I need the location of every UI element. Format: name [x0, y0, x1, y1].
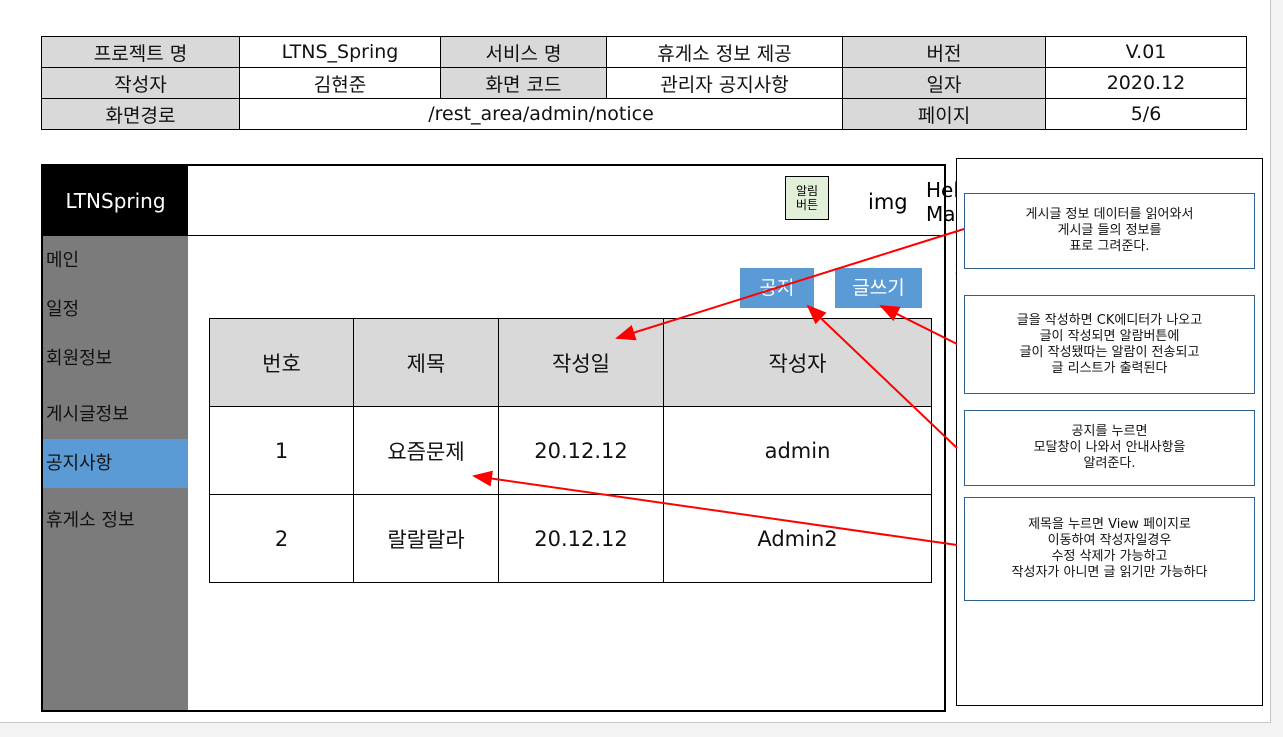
sidebar-item-members[interactable]: 회원정보: [43, 334, 188, 383]
sidebar: LTNSpring 메인 일정 회원정보 게시글정보 공지사항 휴게소 정보: [43, 166, 188, 710]
service-name-value: 휴게소 정보 제공: [606, 36, 843, 68]
annotation-title-view: 제목을 누르면 View 페이지로 이동하여 작성자일경우 수정 삭제가 가능하…: [964, 497, 1255, 601]
notification-button[interactable]: 알림 버튼: [785, 176, 829, 220]
column-header-date: 작성일: [498, 318, 664, 407]
cell-author: admin: [663, 406, 932, 495]
table-row[interactable]: 1 요즘문제 20.12.12 admin: [209, 406, 932, 495]
page-value: 5/6: [1045, 98, 1247, 130]
screen-code-label: 화면 코드: [440, 67, 607, 99]
cell-number: 1: [209, 406, 354, 495]
annotation-write: 글을 작성하면 CK에디터가 나오고 글이 작성되면 알람버튼에 글이 작성됐따…: [964, 295, 1255, 394]
cell-number: 2: [209, 494, 354, 583]
column-header-number: 번호: [209, 318, 354, 407]
doc-info-table: 프로젝트 명 LTNS_Spring 서비스 명 휴게소 정보 제공 버전 V.…: [41, 36, 1247, 130]
cell-date: 20.12.12: [498, 494, 664, 583]
app-mockup: LTNSpring 메인 일정 회원정보 게시글정보 공지사항 휴게소 정보 알…: [41, 164, 994, 712]
date-label: 일자: [842, 67, 1046, 99]
notification-button-label: 알림 버튼: [795, 184, 819, 212]
version-label: 버전: [842, 36, 1046, 68]
sidebar-item-schedule[interactable]: 일정: [43, 285, 188, 334]
brand-logo[interactable]: LTNSpring: [43, 166, 188, 236]
screen-code-value: 관리자 공지사항: [606, 67, 843, 99]
cell-author: Admin2: [663, 494, 932, 583]
annotation-table-render: 게시글 정보 데이터를 읽어와서 게시글 들의 정보를 표로 그려준다.: [964, 193, 1255, 269]
notice-button[interactable]: 공지: [740, 268, 814, 308]
storyboard-sheet: 프로젝트 명 LTNS_Spring 서비스 명 휴게소 정보 제공 버전 V.…: [0, 0, 1271, 723]
screen-path-value: /rest_area/admin/notice: [239, 98, 843, 130]
author-value: 김현준: [239, 67, 441, 99]
sidebar-item-main[interactable]: 메인: [43, 236, 188, 285]
sidebar-item-posts[interactable]: 게시글정보: [43, 390, 188, 439]
cell-title-link[interactable]: 요즘문제: [353, 406, 499, 495]
project-name-label: 프로젝트 명: [41, 36, 240, 68]
annotation-notice-modal: 공지를 누르면 모달창이 나와서 안내사항을 알려준다.: [964, 410, 1255, 486]
author-label: 작성자: [41, 67, 240, 99]
sidebar-item-rest-area[interactable]: 휴게소 정보: [43, 496, 188, 545]
topbar: 알림버튼 img Hello Master [ 관리자명 ]: [188, 166, 994, 313]
service-name-label: 서비스 명: [440, 36, 607, 68]
write-button[interactable]: 글쓰기: [835, 268, 922, 308]
cell-date: 20.12.12: [498, 406, 664, 495]
project-name-value: LTNS_Spring: [239, 36, 441, 68]
version-value: V.01: [1045, 36, 1247, 68]
sidebar-item-notices[interactable]: 공지사항: [43, 439, 188, 488]
column-header-title: 제목: [353, 318, 499, 407]
notice-table: 번호 제목 작성일 작성자 1 요즘문제 20.12.12 admin 2 랄랄…: [209, 318, 932, 583]
column-header-author: 작성자: [663, 318, 932, 407]
screen-path-label: 화면경로: [41, 98, 240, 130]
profile-image-placeholder: img: [868, 190, 908, 214]
date-value: 2020.12: [1045, 67, 1247, 99]
table-header-row: 번호 제목 작성일 작성자: [209, 318, 932, 407]
page-label: 페이지: [842, 98, 1046, 130]
table-row[interactable]: 2 랄랄랄라 20.12.12 Admin2: [209, 494, 932, 583]
cell-title-link[interactable]: 랄랄랄라: [353, 494, 499, 583]
